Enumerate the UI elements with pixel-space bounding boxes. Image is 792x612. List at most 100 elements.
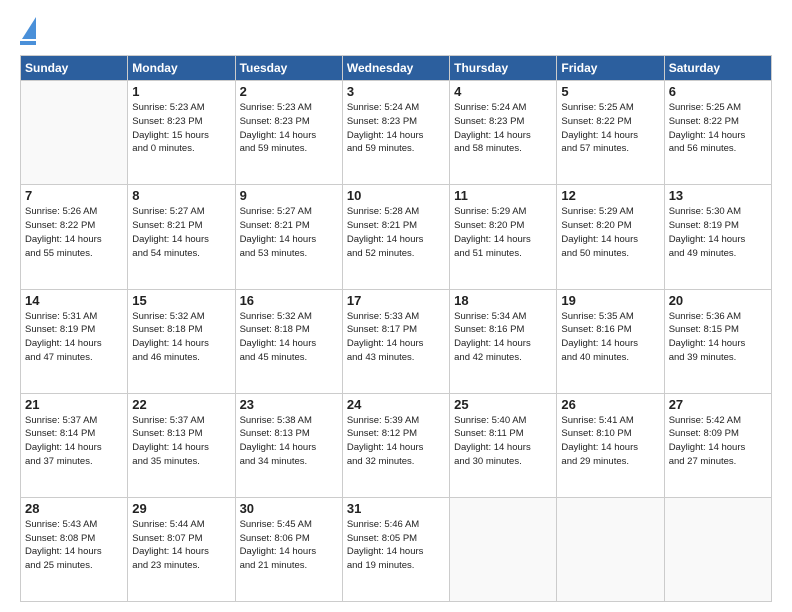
day-info: Sunrise: 5:24 AMSunset: 8:23 PMDaylight:…	[454, 101, 552, 156]
calendar-header-tuesday: Tuesday	[235, 56, 342, 81]
calendar-cell	[664, 497, 771, 601]
day-number: 21	[25, 397, 123, 412]
logo-bar	[20, 41, 36, 45]
calendar-week-2: 7 Sunrise: 5:26 AMSunset: 8:22 PMDaylight…	[21, 185, 772, 289]
calendar-cell	[557, 497, 664, 601]
day-info: Sunrise: 5:40 AMSunset: 8:11 PMDaylight:…	[454, 414, 552, 469]
calendar-week-4: 21 Sunrise: 5:37 AMSunset: 8:14 PMDayligh…	[21, 393, 772, 497]
calendar-cell: 24 Sunrise: 5:39 AMSunset: 8:12 PMDayligh…	[342, 393, 449, 497]
calendar-header-monday: Monday	[128, 56, 235, 81]
calendar-cell	[21, 81, 128, 185]
calendar-cell: 25 Sunrise: 5:40 AMSunset: 8:11 PMDayligh…	[450, 393, 557, 497]
day-number: 2	[240, 84, 338, 99]
day-number: 3	[347, 84, 445, 99]
day-info: Sunrise: 5:45 AMSunset: 8:06 PMDaylight:…	[240, 518, 338, 573]
day-info: Sunrise: 5:39 AMSunset: 8:12 PMDaylight:…	[347, 414, 445, 469]
day-info: Sunrise: 5:29 AMSunset: 8:20 PMDaylight:…	[561, 205, 659, 260]
calendar-cell: 11Sunrise: 5:29 AMSunset: 8:20 PMDayligh…	[450, 185, 557, 289]
day-info: Sunrise: 5:41 AMSunset: 8:10 PMDaylight:…	[561, 414, 659, 469]
day-number: 29	[132, 501, 230, 516]
header	[20, 16, 772, 45]
calendar-cell: 3 Sunrise: 5:24 AMSunset: 8:23 PMDaylight…	[342, 81, 449, 185]
day-number: 8	[132, 188, 230, 203]
day-number: 16	[240, 293, 338, 308]
day-info: Sunrise: 5:32 AMSunset: 8:18 PMDaylight:…	[240, 310, 338, 365]
day-info: Sunrise: 5:24 AMSunset: 8:23 PMDaylight:…	[347, 101, 445, 156]
day-info: Sunrise: 5:31 AMSunset: 8:19 PMDaylight:…	[25, 310, 123, 365]
calendar-cell: 28Sunrise: 5:43 AMSunset: 8:08 PMDayligh…	[21, 497, 128, 601]
day-number: 28	[25, 501, 123, 516]
day-info: Sunrise: 5:46 AMSunset: 8:05 PMDaylight:…	[347, 518, 445, 573]
day-number: 5	[561, 84, 659, 99]
day-info: Sunrise: 5:37 AMSunset: 8:14 PMDaylight:…	[25, 414, 123, 469]
day-number: 27	[669, 397, 767, 412]
calendar-cell: 26 Sunrise: 5:41 AMSunset: 8:10 PMDayligh…	[557, 393, 664, 497]
calendar-header-thursday: Thursday	[450, 56, 557, 81]
day-number: 26	[561, 397, 659, 412]
day-info: Sunrise: 5:27 AMSunset: 8:21 PMDaylight:…	[240, 205, 338, 260]
day-number: 20	[669, 293, 767, 308]
calendar-cell	[450, 497, 557, 601]
day-info: Sunrise: 5:38 AMSunset: 8:13 PMDaylight:…	[240, 414, 338, 469]
day-number: 17	[347, 293, 445, 308]
day-info: Sunrise: 5:27 AMSunset: 8:21 PMDaylight:…	[132, 205, 230, 260]
calendar-cell: 2Sunrise: 5:23 AMSunset: 8:23 PMDaylight…	[235, 81, 342, 185]
calendar-week-5: 28Sunrise: 5:43 AMSunset: 8:08 PMDayligh…	[21, 497, 772, 601]
day-number: 23	[240, 397, 338, 412]
calendar-cell: 16 Sunrise: 5:32 AMSunset: 8:18 PMDayligh…	[235, 289, 342, 393]
calendar-cell: 7 Sunrise: 5:26 AMSunset: 8:22 PMDaylight…	[21, 185, 128, 289]
day-number: 6	[669, 84, 767, 99]
calendar-header-wednesday: Wednesday	[342, 56, 449, 81]
calendar-header-sunday: Sunday	[21, 56, 128, 81]
calendar-cell: 4 Sunrise: 5:24 AMSunset: 8:23 PMDaylight…	[450, 81, 557, 185]
calendar-cell: 27 Sunrise: 5:42 AMSunset: 8:09 PMDayligh…	[664, 393, 771, 497]
calendar-cell: 1Sunrise: 5:23 AMSunset: 8:23 PMDaylight…	[128, 81, 235, 185]
day-number: 19	[561, 293, 659, 308]
day-number: 12	[561, 188, 659, 203]
calendar-table: SundayMondayTuesdayWednesdayThursdayFrid…	[20, 55, 772, 602]
calendar-header-saturday: Saturday	[664, 56, 771, 81]
day-number: 7	[25, 188, 123, 203]
day-info: Sunrise: 5:33 AMSunset: 8:17 PMDaylight:…	[347, 310, 445, 365]
day-info: Sunrise: 5:34 AMSunset: 8:16 PMDaylight:…	[454, 310, 552, 365]
calendar-cell: 17 Sunrise: 5:33 AMSunset: 8:17 PMDayligh…	[342, 289, 449, 393]
calendar-cell: 31 Sunrise: 5:46 AMSunset: 8:05 PMDayligh…	[342, 497, 449, 601]
calendar-cell: 6 Sunrise: 5:25 AMSunset: 8:22 PMDaylight…	[664, 81, 771, 185]
day-info: Sunrise: 5:42 AMSunset: 8:09 PMDaylight:…	[669, 414, 767, 469]
logo-triangle-icon	[22, 17, 36, 39]
day-info: Sunrise: 5:44 AMSunset: 8:07 PMDaylight:…	[132, 518, 230, 573]
logo	[20, 16, 36, 45]
calendar-cell: 30Sunrise: 5:45 AMSunset: 8:06 PMDayligh…	[235, 497, 342, 601]
day-info: Sunrise: 5:29 AMSunset: 8:20 PMDaylight:…	[454, 205, 552, 260]
calendar-cell: 5 Sunrise: 5:25 AMSunset: 8:22 PMDaylight…	[557, 81, 664, 185]
calendar-cell: 23 Sunrise: 5:38 AMSunset: 8:13 PMDayligh…	[235, 393, 342, 497]
calendar-cell: 22Sunrise: 5:37 AMSunset: 8:13 PMDayligh…	[128, 393, 235, 497]
day-number: 13	[669, 188, 767, 203]
calendar-cell: 20 Sunrise: 5:36 AMSunset: 8:15 PMDayligh…	[664, 289, 771, 393]
day-info: Sunrise: 5:35 AMSunset: 8:16 PMDaylight:…	[561, 310, 659, 365]
day-info: Sunrise: 5:30 AMSunset: 8:19 PMDaylight:…	[669, 205, 767, 260]
day-number: 18	[454, 293, 552, 308]
day-number: 1	[132, 84, 230, 99]
day-info: Sunrise: 5:25 AMSunset: 8:22 PMDaylight:…	[669, 101, 767, 156]
calendar-cell: 15Sunrise: 5:32 AMSunset: 8:18 PMDayligh…	[128, 289, 235, 393]
day-number: 9	[240, 188, 338, 203]
calendar-cell: 19 Sunrise: 5:35 AMSunset: 8:16 PMDayligh…	[557, 289, 664, 393]
calendar-header-row: SundayMondayTuesdayWednesdayThursdayFrid…	[21, 56, 772, 81]
day-info: Sunrise: 5:26 AMSunset: 8:22 PMDaylight:…	[25, 205, 123, 260]
day-info: Sunrise: 5:37 AMSunset: 8:13 PMDaylight:…	[132, 414, 230, 469]
day-number: 31	[347, 501, 445, 516]
calendar-week-1: 1Sunrise: 5:23 AMSunset: 8:23 PMDaylight…	[21, 81, 772, 185]
calendar-header-friday: Friday	[557, 56, 664, 81]
day-number: 24	[347, 397, 445, 412]
calendar-cell: 14Sunrise: 5:31 AMSunset: 8:19 PMDayligh…	[21, 289, 128, 393]
day-number: 15	[132, 293, 230, 308]
calendar-cell: 29 Sunrise: 5:44 AMSunset: 8:07 PMDayligh…	[128, 497, 235, 601]
day-number: 25	[454, 397, 552, 412]
calendar-cell: 8 Sunrise: 5:27 AMSunset: 8:21 PMDaylight…	[128, 185, 235, 289]
day-info: Sunrise: 5:36 AMSunset: 8:15 PMDaylight:…	[669, 310, 767, 365]
calendar-cell: 12 Sunrise: 5:29 AMSunset: 8:20 PMDayligh…	[557, 185, 664, 289]
day-number: 4	[454, 84, 552, 99]
calendar-cell: 10Sunrise: 5:28 AMSunset: 8:21 PMDayligh…	[342, 185, 449, 289]
day-info: Sunrise: 5:25 AMSunset: 8:22 PMDaylight:…	[561, 101, 659, 156]
